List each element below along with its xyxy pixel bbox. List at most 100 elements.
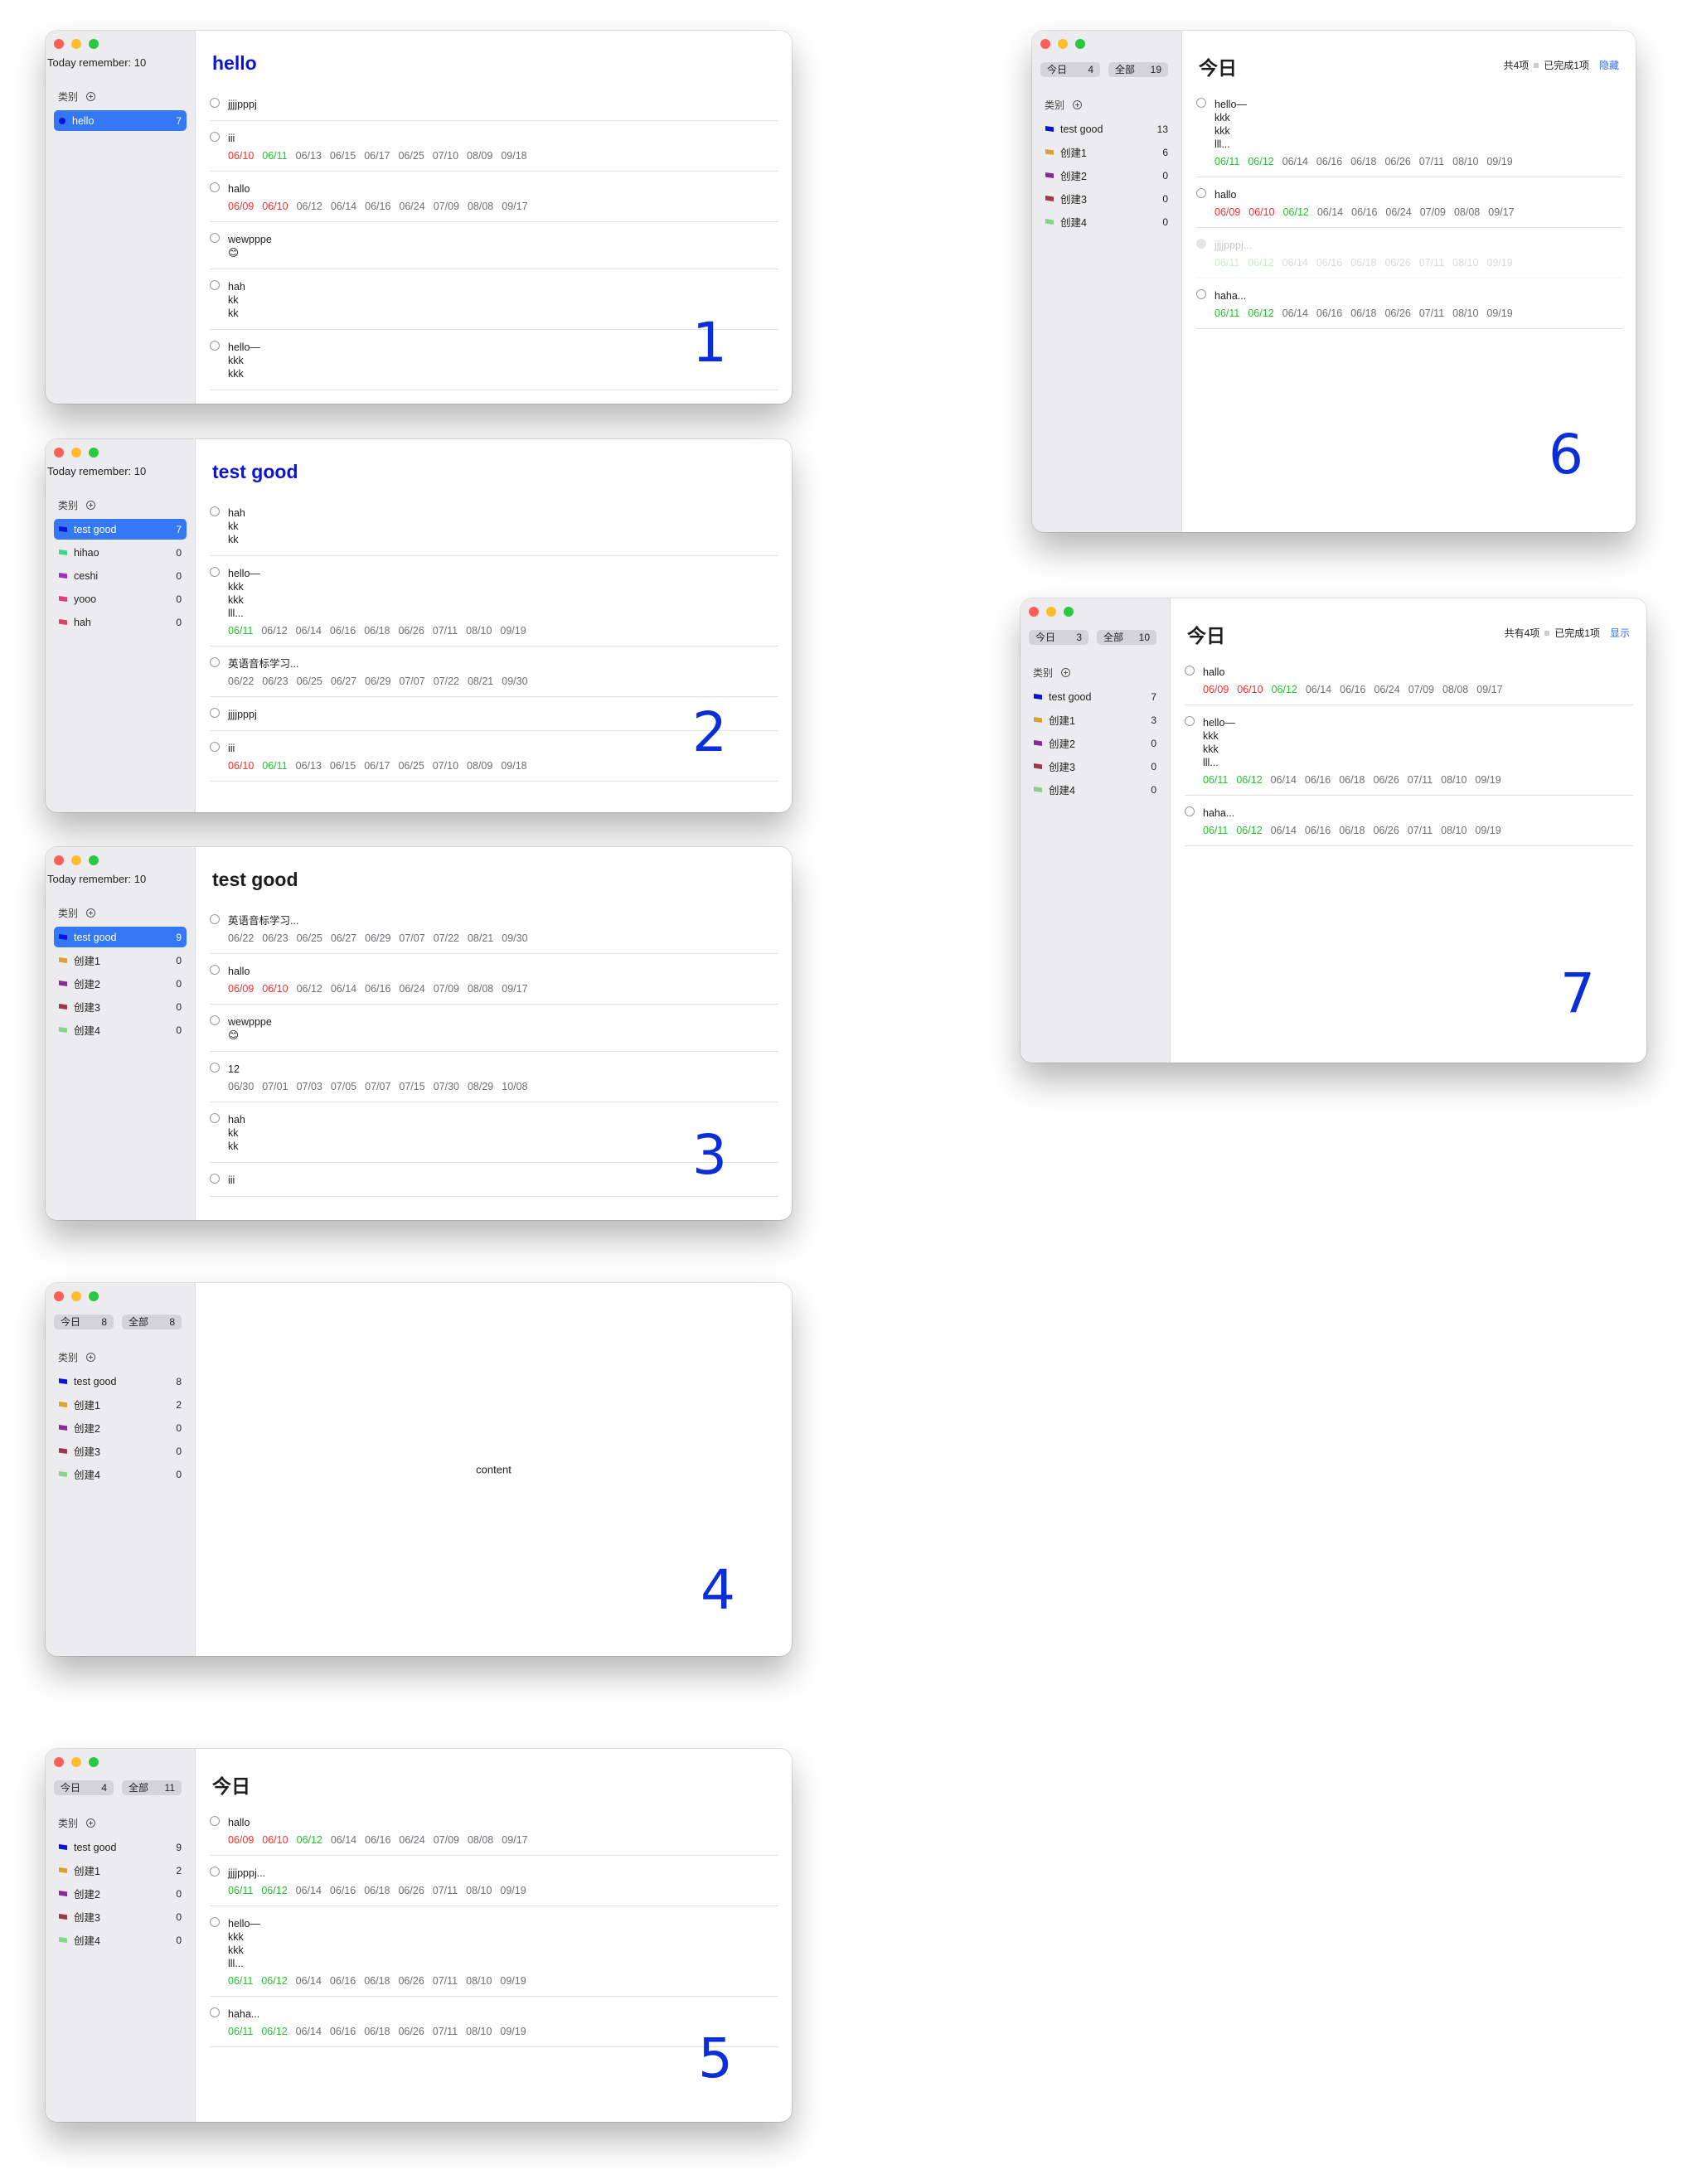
- today-filter-button[interactable]: 今日 3: [1029, 630, 1088, 645]
- add-category-icon[interactable]: [1073, 100, 1083, 109]
- task-row[interactable]: jjjjpppj... 06/11 06/12 06/14 06/16 06/18 06/2…: [210, 1864, 778, 1906]
- zoom-button[interactable]: [89, 448, 99, 458]
- all-filter-button[interactable]: 全部 19: [1108, 62, 1168, 77]
- task-checkbox[interactable]: [1185, 806, 1195, 816]
- task-checkbox[interactable]: [1196, 289, 1206, 299]
- task-checkbox[interactable]: [210, 506, 220, 516]
- task-checkbox[interactable]: [210, 132, 220, 142]
- task-checkbox[interactable]: [210, 280, 220, 290]
- sidebar-item[interactable]: test good 9: [54, 1837, 187, 1857]
- sidebar-item[interactable]: 创建1 3: [1029, 709, 1161, 730]
- close-button[interactable]: [1029, 607, 1039, 617]
- zoom-button[interactable]: [89, 855, 99, 865]
- add-category-icon[interactable]: [86, 1353, 96, 1362]
- sidebar-item[interactable]: 创建2 0: [54, 1883, 187, 1904]
- task-checkbox[interactable]: [210, 1816, 220, 1826]
- add-category-icon[interactable]: [86, 501, 96, 510]
- sidebar-item[interactable]: 创建4 0: [1040, 211, 1173, 232]
- task-checkbox[interactable]: [210, 657, 220, 667]
- task-checkbox[interactable]: [210, 567, 220, 577]
- task-row[interactable]: hallo 06/09 06/10 06/12 06/14 06/16 06/24 07/09…: [210, 1814, 778, 1856]
- task-checkbox[interactable]: [1196, 239, 1206, 249]
- sidebar-item[interactable]: 创建2 0: [54, 973, 187, 994]
- add-category-icon[interactable]: [86, 908, 96, 918]
- minimize-button[interactable]: [1058, 39, 1068, 49]
- task-checkbox[interactable]: [210, 341, 220, 351]
- sidebar-item[interactable]: 创建4 0: [54, 1464, 187, 1484]
- task-row[interactable]: haha... 06/11 06/12 06/14 06/16 06/18 06/26 07/…: [210, 2005, 778, 2047]
- add-category-icon[interactable]: [86, 1818, 96, 1828]
- sidebar-item[interactable]: 创建2 0: [1040, 165, 1173, 186]
- task-checkbox[interactable]: [210, 1113, 220, 1123]
- close-button[interactable]: [54, 39, 64, 49]
- task-checkbox[interactable]: [210, 1174, 220, 1184]
- add-category-icon[interactable]: [86, 92, 96, 101]
- all-filter-button[interactable]: 全部 11: [122, 1780, 182, 1795]
- sidebar-item[interactable]: test good 8: [54, 1371, 187, 1392]
- task-checkbox[interactable]: [210, 708, 220, 718]
- today-filter-button[interactable]: 今日 4: [1040, 62, 1100, 77]
- task-row[interactable]: hah kk kk: [210, 504, 778, 556]
- task-checkbox[interactable]: [1185, 716, 1195, 726]
- close-button[interactable]: [54, 855, 64, 865]
- sidebar-item[interactable]: test good 7: [54, 519, 187, 540]
- toggle-completed-link[interactable]: 隐藏: [1599, 58, 1619, 72]
- task-checkbox[interactable]: [210, 1867, 220, 1876]
- sidebar-item[interactable]: 创建3 0: [54, 1441, 187, 1461]
- sidebar-item[interactable]: test good 9: [54, 927, 187, 947]
- sidebar-item[interactable]: 创建4 0: [54, 1930, 187, 1950]
- minimize-button[interactable]: [71, 448, 81, 458]
- task-checkbox[interactable]: [210, 98, 220, 108]
- sidebar-item[interactable]: hah 0: [54, 612, 187, 632]
- today-filter-button[interactable]: 今日 8: [54, 1315, 114, 1329]
- task-row[interactable]: hallo 06/09 06/10 06/12 06/14 06/16 06/24 07/09…: [210, 962, 778, 1005]
- task-checkbox[interactable]: [210, 1063, 220, 1073]
- minimize-button[interactable]: [71, 39, 81, 49]
- minimize-button[interactable]: [71, 1757, 81, 1767]
- task-row[interactable]: 英语音标学习... 06/22 06/23 06/25 06/27 06/29 07/07 0…: [210, 912, 778, 954]
- sidebar-item[interactable]: 创建1 2: [54, 1394, 187, 1415]
- all-filter-button[interactable]: 全部 10: [1097, 630, 1156, 645]
- sidebar-item[interactable]: 创建3 0: [54, 1906, 187, 1927]
- add-category-icon[interactable]: [1061, 668, 1071, 677]
- sidebar-item[interactable]: yooo 0: [54, 588, 187, 609]
- task-checkbox[interactable]: [210, 914, 220, 924]
- zoom-button[interactable]: [1064, 607, 1074, 617]
- task-row[interactable]: hallo 06/09 06/10 06/12 06/14 06/16 06/24 07/09…: [1196, 186, 1622, 228]
- sidebar-item[interactable]: 创建2 0: [1029, 733, 1161, 753]
- task-checkbox[interactable]: [1185, 666, 1195, 676]
- task-checkbox[interactable]: [210, 742, 220, 752]
- sidebar-item[interactable]: 创建3 0: [54, 996, 187, 1017]
- sidebar-item[interactable]: hello 7: [54, 110, 187, 131]
- minimize-button[interactable]: [71, 855, 81, 865]
- task-checkbox[interactable]: [210, 2007, 220, 2017]
- task-checkbox[interactable]: [210, 965, 220, 975]
- close-button[interactable]: [54, 1291, 64, 1301]
- task-row[interactable]: haha... 06/11 06/12 06/14 06/16 06/18 06/26 07/…: [1196, 287, 1622, 329]
- task-row[interactable]: jjjjpppj... 06/11 06/12 06/14 06/16 06/18 06/2…: [1196, 236, 1622, 278]
- close-button[interactable]: [1040, 39, 1050, 49]
- today-filter-button[interactable]: 今日 4: [54, 1780, 114, 1795]
- zoom-button[interactable]: [1075, 39, 1085, 49]
- sidebar-item[interactable]: ceshi 0: [54, 565, 187, 586]
- zoom-button[interactable]: [89, 1291, 99, 1301]
- task-checkbox[interactable]: [210, 233, 220, 243]
- task-row[interactable]: 英语音标学习... 06/22 06/23 06/25 06/27 06/29 07/07 0…: [210, 655, 778, 697]
- task-row[interactable]: 12 06/30 07/01 07/03 07/05 07/07 07/15 07/30 08/…: [210, 1060, 778, 1102]
- sidebar-item[interactable]: test good 13: [1040, 119, 1173, 139]
- task-row[interactable]: wewpppe 😊: [210, 1013, 778, 1052]
- sidebar-item[interactable]: 创建1 2: [54, 1860, 187, 1881]
- sidebar-item[interactable]: 创建1 6: [1040, 142, 1173, 162]
- task-row[interactable]: hello— kkk kkk lll... 06/11 06/12 06/14 06/1…: [210, 1915, 778, 1997]
- sidebar-item[interactable]: 创建3 0: [1040, 188, 1173, 209]
- sidebar-item[interactable]: hihao 0: [54, 542, 187, 563]
- task-checkbox[interactable]: [210, 182, 220, 192]
- minimize-button[interactable]: [71, 1291, 81, 1301]
- zoom-button[interactable]: [89, 1757, 99, 1767]
- task-row[interactable]: jjjjpppj: [210, 95, 778, 121]
- toggle-completed-link[interactable]: 显示: [1610, 626, 1630, 640]
- task-checkbox[interactable]: [210, 1917, 220, 1927]
- sidebar-item[interactable]: 创建2 0: [54, 1417, 187, 1438]
- task-row[interactable]: wewpppe 😊: [210, 230, 778, 269]
- sidebar-item[interactable]: 创建3 0: [1029, 756, 1161, 777]
